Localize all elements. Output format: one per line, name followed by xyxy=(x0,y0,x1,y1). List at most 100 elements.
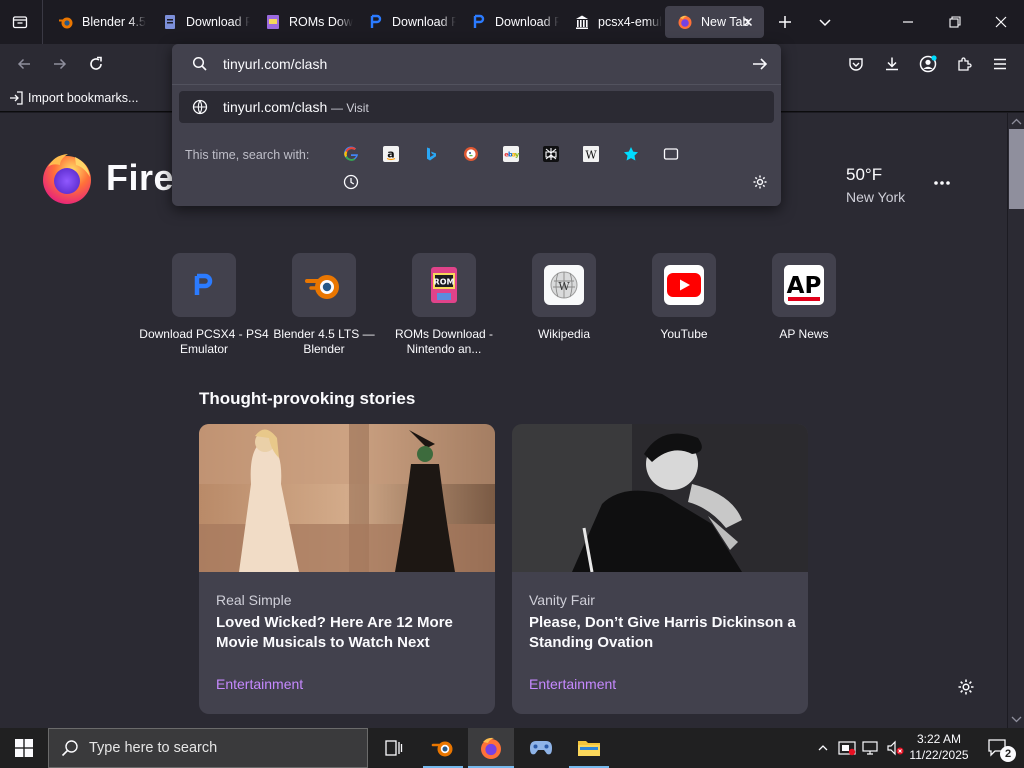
taskbar-clock[interactable]: 3:22 AM 11/22/2025 xyxy=(906,731,972,765)
scrollbar-thumb[interactable] xyxy=(1009,129,1024,209)
roms-icon: ROM xyxy=(431,267,457,303)
tab-title: Download PCSX4 xyxy=(495,15,559,29)
globe-icon xyxy=(192,99,208,115)
go-arrow-icon[interactable] xyxy=(751,56,769,72)
reload-button[interactable] xyxy=(82,50,110,78)
tab-download-pcsx4[interactable]: Download PCSX4 xyxy=(150,6,250,38)
task-view-button[interactable] xyxy=(370,728,416,768)
restore-icon xyxy=(949,16,961,28)
search-engine-perplexity[interactable] xyxy=(537,140,565,168)
clock-time: 3:22 AM xyxy=(916,732,962,746)
pocket-button[interactable] xyxy=(842,50,870,78)
windows-taskbar: Type here to search 3:22 AM 11/22/2025 2 xyxy=(0,728,1024,768)
notification-badge: 2 xyxy=(1000,746,1016,762)
account-button[interactable] xyxy=(914,50,942,78)
search-bookmarks[interactable] xyxy=(617,140,645,168)
tray-network[interactable] xyxy=(860,728,882,768)
page-favicon-icon xyxy=(162,14,178,30)
search-engine-google[interactable] xyxy=(337,140,365,168)
search-engine-bing[interactable] xyxy=(417,140,445,168)
story-image xyxy=(512,424,808,572)
urlbar-value[interactable]: tinyurl.com/clash xyxy=(223,56,327,72)
list-all-tabs-button[interactable] xyxy=(811,8,839,36)
minimize-button[interactable] xyxy=(894,8,922,36)
downloads-button[interactable] xyxy=(878,50,906,78)
shortcut-tile-pcsx4[interactable] xyxy=(172,253,236,317)
tab-strip: Blender 4.5 Download PCSX4 ROMs Download… xyxy=(0,0,1024,44)
app-menu-button[interactable] xyxy=(986,50,1014,78)
history-icon xyxy=(343,174,359,190)
weather-location[interactable]: New York xyxy=(846,189,905,205)
shortcut-tile-ap-news[interactable]: AP xyxy=(772,253,836,317)
search-with-label: This time, search with: xyxy=(185,148,310,162)
personalize-button[interactable] xyxy=(952,673,980,701)
page-scrollbar[interactable] xyxy=(1007,113,1024,728)
urlbar-input[interactable]: tinyurl.com/clash xyxy=(172,44,781,84)
shortcut-tile-youtube[interactable] xyxy=(652,253,716,317)
action-center-button[interactable]: 2 xyxy=(978,728,1018,768)
svg-text:AP: AP xyxy=(787,273,822,299)
tab-title: pcsx4-emulator xyxy=(598,15,662,29)
shortcut-tile-blender[interactable] xyxy=(292,253,356,317)
shortcut-tile-roms[interactable]: ROM xyxy=(412,253,476,317)
taskbar-pcsx2[interactable] xyxy=(518,728,564,768)
taskbar-blender[interactable] xyxy=(420,728,466,768)
story-category: Entertainment xyxy=(529,676,617,692)
taskbar-search-box[interactable]: Type here to search xyxy=(48,728,368,768)
firefox-logo-icon xyxy=(43,154,91,204)
result-action: — Visit xyxy=(331,101,369,115)
youtube-icon xyxy=(664,265,704,305)
close-icon xyxy=(995,16,1007,28)
story-publisher: Real Simple xyxy=(216,592,292,608)
tab-pcsx4-emulator[interactable]: pcsx4-emulator xyxy=(562,6,662,38)
story-card[interactable]: Real Simple Loved Wicked? Here Are 12 Mo… xyxy=(199,424,495,714)
show-hidden-icons-button[interactable] xyxy=(812,728,834,768)
tab-download-pcsx4-3[interactable]: Download PCSX4 xyxy=(459,6,559,38)
tab-new-tab[interactable]: New Tab xyxy=(665,6,764,38)
import-bookmarks-button[interactable]: Import bookmarks... xyxy=(8,88,138,108)
new-tab-button[interactable] xyxy=(771,8,799,36)
chevron-up-icon xyxy=(818,745,828,751)
back-button[interactable] xyxy=(10,50,38,78)
weather-temperature[interactable]: 50°F xyxy=(846,165,882,185)
tray-volume[interactable] xyxy=(884,728,906,768)
shortcut-tile-wikipedia[interactable]: W xyxy=(532,253,596,317)
search-engine-amazon[interactable]: a xyxy=(377,140,405,168)
search-history[interactable] xyxy=(337,168,365,196)
tab-download-pcsx4-2[interactable]: Download PCSX4 xyxy=(356,6,456,38)
taskbar-file-explorer[interactable] xyxy=(566,728,612,768)
close-window-button[interactable] xyxy=(987,8,1015,36)
hamburger-icon xyxy=(994,58,1006,70)
search-engine-wikipedia[interactable]: W xyxy=(577,140,605,168)
search-engine-duckduckgo[interactable] xyxy=(457,140,485,168)
extensions-button[interactable] xyxy=(950,50,978,78)
search-tabs[interactable] xyxy=(657,140,685,168)
tab-blender[interactable]: Blender 4.5 xyxy=(46,6,146,38)
import-bookmarks-label: Import bookmarks... xyxy=(28,91,139,105)
tab-roms-download[interactable]: ROMs Download xyxy=(253,6,353,38)
search-engine-ebay[interactable]: ebay xyxy=(497,140,525,168)
forward-button[interactable] xyxy=(46,50,74,78)
tray-security[interactable] xyxy=(836,728,858,768)
start-button[interactable] xyxy=(0,728,48,768)
search-settings-button[interactable] xyxy=(746,168,774,196)
pocket-icon xyxy=(849,58,863,71)
gear-icon xyxy=(958,679,974,695)
weather-menu-button[interactable] xyxy=(928,169,956,197)
pcsx4-icon xyxy=(194,273,213,295)
pcsx4-icon xyxy=(368,14,384,30)
tabs-icon xyxy=(663,148,679,160)
volume-muted-icon xyxy=(887,740,904,756)
restore-button[interactable] xyxy=(941,8,969,36)
firefox-view-button[interactable] xyxy=(6,8,34,36)
shortcut-label: ROMs Download - Nintendo an... xyxy=(394,327,494,356)
svg-text:y: y xyxy=(515,151,519,159)
scroll-up-icon xyxy=(1011,118,1022,125)
urlbar-result-visit[interactable]: tinyurl.com/clash — Visit xyxy=(179,91,774,123)
shortcut-label: AP News xyxy=(779,327,829,341)
shortcut-label: Download PCSX4 - PS4 Emulator xyxy=(139,327,269,356)
shortcut-label: Wikipedia xyxy=(537,327,591,341)
story-card[interactable]: Vanity Fair Please, Don’t Give Harris Di… xyxy=(512,424,808,714)
taskbar-firefox[interactable] xyxy=(468,728,514,768)
close-tab-button[interactable] xyxy=(740,14,756,30)
